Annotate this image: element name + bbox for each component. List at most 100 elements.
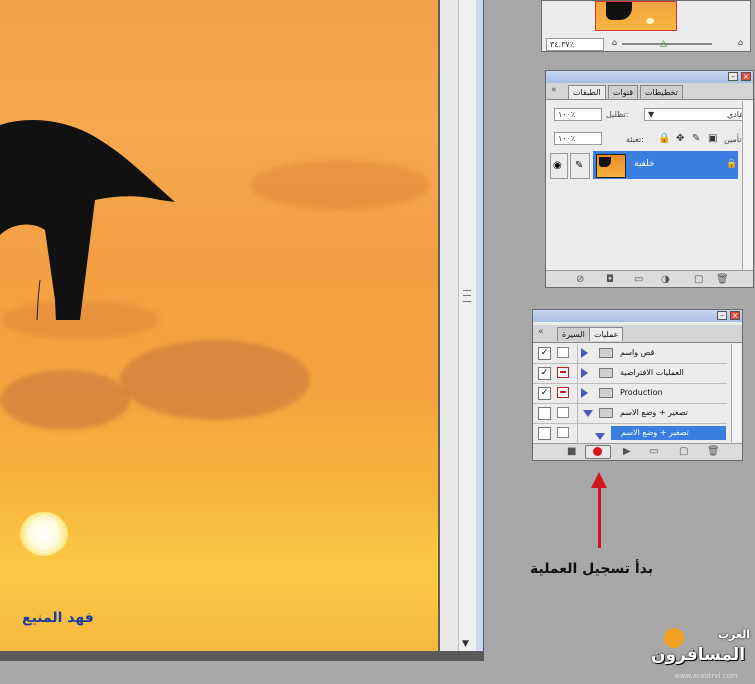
actions-scrollbar[interactable] [731, 344, 742, 442]
dialog-toggle[interactable] [557, 427, 569, 438]
action-set-name: العمليات الافتراضية [620, 368, 684, 377]
layer-lock-icon: 🔒 [726, 159, 738, 169]
expand-triangle-icon[interactable] [581, 348, 588, 358]
delete-action-icon[interactable]: 🗑 [707, 446, 720, 457]
toggle-checkbox[interactable]: ✓ [538, 347, 551, 360]
logo-word: العرب [718, 628, 751, 641]
minimize-icon[interactable]: – [717, 311, 727, 320]
record-button[interactable] [585, 445, 611, 459]
red-arrow-shaft [598, 486, 601, 548]
scroll-grip[interactable] [463, 290, 471, 302]
panel-menu-icon[interactable]: « [538, 327, 544, 337]
toggle-checkbox[interactable]: ✓ [538, 387, 551, 400]
dialog-toggle[interactable] [557, 387, 569, 398]
folder-icon [599, 368, 613, 378]
action-row[interactable]: تصغير + وضع الاسم [533, 404, 727, 424]
bird-thumbnail [606, 2, 632, 20]
selected-action-name[interactable]: تصغير + وضع الاسم [621, 428, 689, 437]
layers-panel: – × « الطبقات قنوات تخطيطات عادي ▼ تظليل… [545, 70, 754, 288]
opacity-label: تظليل: [606, 110, 629, 119]
dialog-toggle[interactable] [557, 407, 569, 418]
zoom-out-icon[interactable]: ⌂ [612, 38, 617, 48]
zoom-slider-knob-icon[interactable]: △ [660, 39, 667, 49]
blend-mode-select[interactable]: عادي [644, 108, 748, 121]
expand-triangle-icon[interactable] [581, 368, 588, 378]
dialog-toggle[interactable] [557, 347, 569, 358]
new-layer-icon[interactable]: ▢ [694, 274, 703, 285]
action-row[interactable]: ✓ Production [533, 384, 727, 404]
fill-label: تعبئة: [626, 135, 644, 144]
collapse-triangle-icon[interactable] [595, 433, 605, 440]
fill-input[interactable]: ١٠٠٪ [554, 132, 602, 145]
action-row[interactable]: ✓ قص واسم [533, 344, 727, 364]
navigator-thumbnail[interactable] [595, 1, 677, 31]
canvas-vertical-scrollbar[interactable]: ▼ [458, 0, 478, 651]
expand-triangle-icon[interactable] [581, 388, 588, 398]
lock-transparency-icon[interactable]: ▣ [708, 134, 717, 144]
layers-titlebar[interactable]: – × [546, 71, 753, 83]
sun [20, 512, 68, 556]
panel-menu-icon[interactable]: « [551, 85, 557, 95]
action-row[interactable]: ✓ العمليات الافتراضية [533, 364, 727, 384]
stop-icon[interactable]: ■ [567, 446, 576, 457]
scroll-down-icon[interactable]: ▼ [462, 639, 469, 649]
lock-all-icon[interactable]: 🔒 [658, 134, 670, 144]
zoom-in-icon[interactable]: ⌂ [738, 38, 743, 48]
canvas-frame [438, 0, 460, 651]
layers-scrollbar[interactable] [742, 101, 753, 271]
layer-visibility-icon[interactable]: ◉ [550, 153, 568, 179]
action-set-name: Production [620, 388, 663, 397]
actions-tabs: « السيرة عمليات [533, 325, 742, 343]
layers-tabs: « الطبقات قنوات تخطيطات [546, 83, 753, 100]
folder-icon [599, 348, 613, 358]
cloud [120, 340, 310, 420]
logo-site-name: المسافرون [651, 645, 746, 665]
action-set-name: تصغير + وضع الاسم [620, 408, 688, 417]
tab-paths[interactable]: تخطيطات [640, 85, 683, 99]
link-layers-icon[interactable]: ⊘ [576, 274, 584, 285]
new-group-icon[interactable]: ▭ [634, 274, 643, 285]
layer-thumbnail[interactable] [596, 154, 626, 178]
annotation-label: بدأ تسجيل العملية [530, 561, 653, 577]
document-canvas[interactable]: فهد المنيع [0, 0, 438, 651]
folder-icon [599, 388, 613, 398]
record-icon [593, 447, 602, 456]
chevron-down-icon[interactable]: ▼ [648, 110, 654, 120]
toggle-checkbox[interactable]: ✓ [538, 367, 551, 380]
new-set-icon[interactable]: ▭ [649, 446, 658, 457]
minimize-icon[interactable]: – [728, 72, 738, 81]
collapse-triangle-icon[interactable] [583, 410, 593, 417]
toggle-checkbox[interactable] [538, 427, 551, 440]
close-icon[interactable]: × [741, 72, 751, 81]
zoom-slider[interactable] [622, 43, 712, 45]
tab-actions[interactable]: عمليات [589, 327, 624, 341]
lock-image-icon[interactable]: ✎ [692, 134, 700, 144]
actions-panel: – × « السيرة عمليات ✓ قص واسم ✓ العمليات… [532, 309, 743, 461]
action-set-name: قص واسم [620, 348, 655, 357]
folder-icon [599, 408, 613, 418]
new-action-icon[interactable]: ▢ [679, 446, 688, 457]
opacity-input[interactable]: ١٠٠٪ [554, 108, 602, 121]
actions-footer: ■ ▶ ▭ ▢ 🗑 [533, 443, 742, 460]
zoom-input[interactable]: ٣٤.٣٧٪ [546, 38, 604, 51]
bird-silhouette [0, 120, 175, 320]
play-icon[interactable]: ▶ [623, 446, 631, 457]
layer-name[interactable]: خلفية [634, 159, 655, 169]
image-caption: فهد المنيع [22, 610, 94, 626]
toggle-checkbox[interactable] [538, 407, 551, 420]
dialog-toggle[interactable] [557, 367, 569, 378]
delete-layer-icon[interactable]: 🗑 [716, 274, 729, 285]
close-icon[interactable]: × [730, 311, 740, 320]
layers-footer: ⊘ ◘ ▭ ◑ ▢ 🗑 [546, 270, 753, 287]
logo-url: www.arabtrvl.com [674, 672, 738, 680]
add-mask-icon[interactable]: ◘ [606, 274, 614, 285]
cloud [0, 370, 130, 430]
tab-channels[interactable]: قنوات [608, 85, 639, 99]
tab-history[interactable]: السيرة [557, 327, 590, 341]
lock-position-icon[interactable]: ✥ [676, 134, 684, 144]
adjustment-layer-icon[interactable]: ◑ [661, 274, 670, 285]
actions-titlebar[interactable]: – × [533, 310, 742, 322]
tab-layers[interactable]: الطبقات [568, 85, 606, 99]
cloud [250, 160, 430, 210]
layer-brush-icon[interactable]: ✎ [570, 153, 590, 179]
